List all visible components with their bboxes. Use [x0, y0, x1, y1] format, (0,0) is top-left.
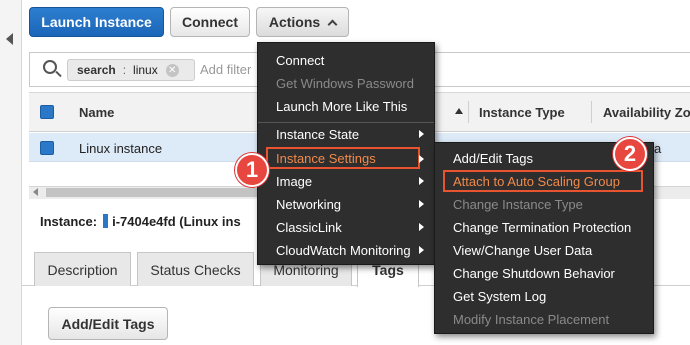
menu-item-networking[interactable]: Networking	[258, 193, 434, 215]
chip-value: linux	[133, 63, 158, 77]
menu-item-launch-more-like-this[interactable]: Launch More Like This	[258, 95, 434, 117]
menu-item-classiclink[interactable]: ClassicLink	[258, 216, 434, 238]
scroll-left-icon[interactable]	[33, 188, 38, 196]
menu-item-change-instance-type: Change Instance Type	[453, 196, 583, 212]
menu-item-change-shutdown-behavior[interactable]: Change Shutdown Behavior	[435, 262, 653, 284]
instance-color-swatch	[103, 214, 109, 228]
cell-name: Linux instance	[79, 141, 163, 156]
connect-button[interactable]: Connect	[170, 7, 250, 37]
side-panel-strip	[0, 0, 22, 345]
triangle-right-icon	[419, 130, 424, 138]
menu-item-instance-settings[interactable]: Instance Settings	[266, 147, 420, 169]
column-header-availability-zone[interactable]: Availability Zo	[603, 105, 690, 120]
instance-id: i-7404e4fd (Linux ins	[112, 214, 241, 229]
chip-key: search	[77, 63, 116, 77]
menu-item-cloudwatch-monitoring[interactable]: CloudWatch Monitoring	[258, 239, 434, 261]
triangle-right-icon	[419, 223, 424, 231]
menu-item-view-change-user-data[interactable]: View/Change User Data	[435, 239, 653, 261]
triangle-right-icon	[419, 246, 424, 254]
menu-item-label: ClassicLink	[276, 219, 342, 235]
search-filter-chip[interactable]: search : linux ✕	[67, 59, 195, 81]
actions-menu: Connect Get Windows Password Launch More…	[257, 42, 435, 265]
menu-item-label: Networking	[276, 196, 342, 212]
callout-step-1: 1	[235, 153, 269, 187]
add-filter-input[interactable]: Add filter	[200, 62, 251, 77]
column-separator	[591, 101, 592, 123]
select-all-checkbox[interactable]	[40, 105, 54, 119]
tab-status-checks[interactable]: Status Checks	[137, 252, 254, 286]
instance-summary: Instance: i-7404e4fd (Linux ins	[40, 214, 241, 229]
menu-item-get-system-log[interactable]: Get System Log	[435, 285, 653, 307]
menu-item-get-windows-password: Get Windows Password	[276, 75, 414, 91]
menu-item-attach-to-auto-scaling-group[interactable]: Attach to Auto Scaling Group	[443, 170, 643, 192]
menu-item-image[interactable]: Image	[258, 170, 434, 192]
menu-item-label: Image	[276, 173, 313, 189]
triangle-right-icon	[419, 200, 424, 208]
launch-instance-button[interactable]: Launch Instance	[29, 7, 164, 37]
triangle-right-icon	[419, 155, 424, 163]
menu-item-instance-state[interactable]: Instance State	[258, 123, 434, 145]
actions-button[interactable]: Actions	[256, 7, 349, 37]
instance-label: Instance:	[40, 214, 98, 229]
close-circle-icon[interactable]: ✕	[165, 63, 179, 77]
menu-item-label: Instance State	[276, 126, 360, 142]
chevron-up-icon	[327, 19, 338, 29]
collapse-arrow-icon[interactable]	[6, 33, 13, 45]
chip-colon: :	[122, 63, 127, 77]
column-header-name[interactable]: Name	[79, 105, 114, 120]
add-edit-tags-button[interactable]: Add/Edit Tags	[48, 307, 168, 340]
column-header-instance-type[interactable]: Instance Type	[479, 105, 565, 120]
menu-item-label: Instance Settings	[276, 150, 376, 166]
scrollbar-thumb[interactable]	[46, 188, 266, 197]
tab-description[interactable]: Description	[34, 252, 131, 286]
instance-settings-submenu: Add/Edit Tags Attach to Auto Scaling Gro…	[434, 142, 654, 334]
menu-item-modify-instance-placement: Modify Instance Placement	[453, 311, 610, 327]
menu-item-change-termination-protection[interactable]: Change Termination Protection	[435, 216, 653, 238]
callout-step-2: 2	[613, 137, 647, 171]
triangle-right-icon	[419, 177, 424, 185]
menu-item-connect[interactable]: Connect	[258, 49, 434, 71]
cell-availability-zone: a	[654, 141, 662, 156]
row-checkbox[interactable]	[40, 141, 54, 155]
search-icon	[43, 60, 57, 74]
column-separator	[468, 101, 469, 123]
actions-button-label: Actions	[268, 14, 321, 30]
sort-ascending-icon[interactable]	[455, 108, 463, 114]
menu-item-label: CloudWatch Monitoring	[276, 242, 411, 258]
